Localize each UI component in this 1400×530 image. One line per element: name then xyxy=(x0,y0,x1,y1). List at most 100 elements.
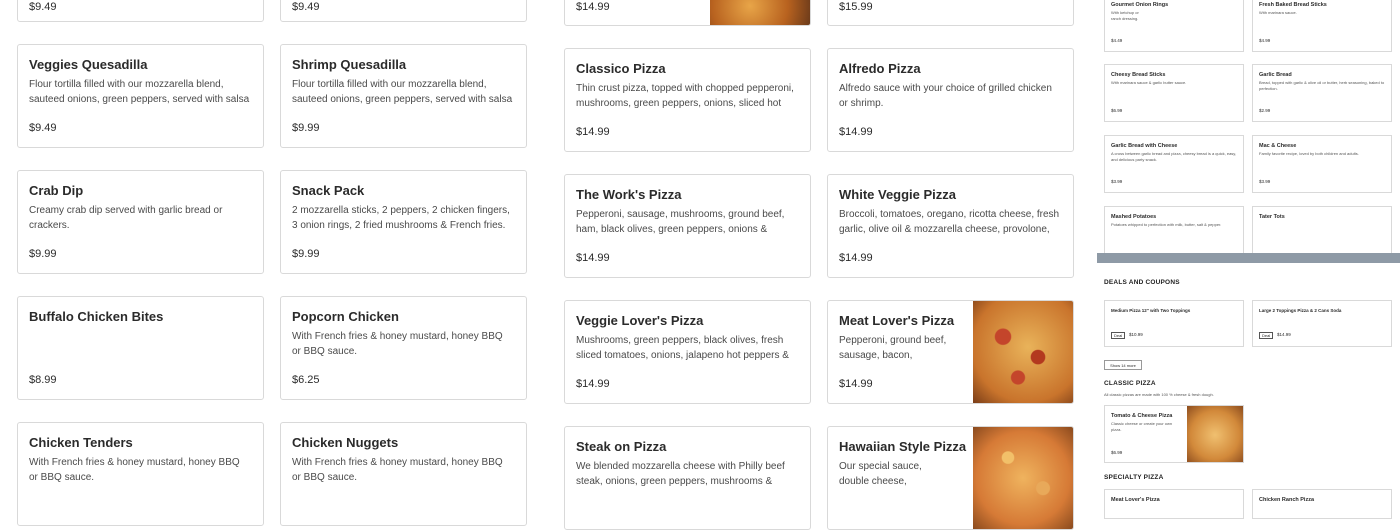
side-item-card[interactable]: Garlic Bread Bread, topped with garlic &… xyxy=(1252,64,1392,122)
side-item-price: $6.99 xyxy=(1111,108,1123,113)
side-item-price: $4.99 xyxy=(1259,38,1271,43)
item-price: $9.99 xyxy=(292,122,320,134)
side-item-card[interactable]: Chicken Ranch Pizza xyxy=(1252,489,1392,519)
side-item-card[interactable]: Meat Lover's Pizza xyxy=(1104,489,1244,519)
item-name: White Veggie Pizza xyxy=(839,187,957,202)
menu-card[interactable]: Chicken Tenders With French fries & hone… xyxy=(17,422,264,526)
menu-card[interactable]: Steak on Pizza We blended mozzarella che… xyxy=(564,426,811,530)
menu-card[interactable]: Popcorn Chicken With French fries & hone… xyxy=(280,296,527,400)
item-description: Broccoli, tomatoes, oregano, ricotta che… xyxy=(839,209,1060,235)
menu-card[interactable]: Classico Pizza Thin crust pizza, topped … xyxy=(564,48,811,152)
side-item-card[interactable]: Fresh Baked Bread Sticks With marinara s… xyxy=(1252,0,1392,52)
side-item-name: Gourmet Onion Rings xyxy=(1111,2,1169,8)
specialty-pizza-heading: SPECIALTY PIZZA xyxy=(1104,474,1164,481)
side-item-name: Tomato & Cheese Pizza xyxy=(1111,413,1173,419)
item-price: $14.99 xyxy=(839,252,873,264)
side-item-desc: Bread, topped with garlic & olive oil or… xyxy=(1259,80,1385,91)
item-price: $15.99 xyxy=(839,1,873,13)
deal-price: $14.99 xyxy=(1277,332,1291,337)
item-price: $9.99 xyxy=(292,248,320,260)
classic-pizza-subtitle: All classic pizzas are made with 100 % c… xyxy=(1104,392,1214,397)
menu-card-partial[interactable]: $9.49 xyxy=(17,0,264,22)
side-item-name: Chicken Ranch Pizza xyxy=(1259,497,1315,503)
side-item-name: Fresh Baked Bread Sticks xyxy=(1259,2,1327,8)
menu-card-partial[interactable]: $9.49 xyxy=(280,0,527,22)
pizza-image xyxy=(710,0,810,25)
item-price: $9.99 xyxy=(29,248,57,260)
pizza-image xyxy=(973,301,1073,403)
side-item-card[interactable]: Mac & Cheese Family favorite recipe, lov… xyxy=(1252,135,1392,193)
deal-price: $10.99 xyxy=(1129,332,1143,337)
deal-badge: Deal xyxy=(1259,332,1274,339)
side-item-name: Tater Tots xyxy=(1259,214,1285,220)
deal-card[interactable]: Large 2 Toppings Pizza & 2 Cans Soda Dea… xyxy=(1252,300,1392,347)
side-item-card[interactable]: Gourmet Onion Rings With ketchup or ranc… xyxy=(1104,0,1244,52)
deal-badge: Deal xyxy=(1111,332,1126,339)
deals-heading: DEALS AND COUPONS xyxy=(1104,279,1180,286)
item-name: Veggie Lover's Pizza xyxy=(576,313,704,328)
menu-card[interactable]: Chicken Nuggets With French fries & hone… xyxy=(280,422,527,526)
item-name: Popcorn Chicken xyxy=(292,309,399,324)
item-name: Classico Pizza xyxy=(576,61,666,76)
side-item-card[interactable]: Cheesy Bread Sticks With marinara sauce … xyxy=(1104,64,1244,122)
item-name: Chicken Nuggets xyxy=(292,435,399,450)
side-item-name: Meat Lover's Pizza xyxy=(1111,497,1160,503)
side-item-card[interactable]: Tomato & Cheese Pizza Classic cheese or … xyxy=(1104,405,1244,463)
menu-card[interactable]: Veggie Lover's Pizza Mushrooms, green pe… xyxy=(564,300,811,404)
item-description: Our special sauce, double cheese, import… xyxy=(839,461,922,487)
menu-card[interactable]: The Work's Pizza Pepperoni, sausage, mus… xyxy=(564,174,811,278)
side-item-desc: With marinara sauce. xyxy=(1259,10,1297,15)
side-item-price: $2.99 xyxy=(1259,108,1271,113)
side-item-desc: Potatoes whipped to perfection with milk… xyxy=(1111,222,1222,227)
side-item-desc: Classic cheese or create your own pizza. xyxy=(1111,421,1173,432)
deal-card[interactable]: Medium Pizza 12" with Two Toppings Deal … xyxy=(1104,300,1244,347)
item-description: Pepperoni, ground beef, sausage, bacon, … xyxy=(839,335,947,361)
side-item-price: $4.49 xyxy=(1111,38,1123,43)
item-price: $14.99 xyxy=(839,126,873,138)
item-description: Mushrooms, green peppers, black olives, … xyxy=(576,335,789,361)
item-price: $14.99 xyxy=(839,378,873,390)
side-item-desc: Family favorite recipe, loved by both ch… xyxy=(1259,151,1359,156)
item-description: Thin crust pizza, topped with chopped pe… xyxy=(576,83,794,109)
item-price: $9.49 xyxy=(292,1,320,13)
item-price: $9.49 xyxy=(29,1,57,13)
menu-card[interactable]: Shrimp Quesadilla Flour tortilla filled … xyxy=(280,44,527,148)
classic-pizza-heading: CLASSIC PIZZA xyxy=(1104,380,1156,387)
side-item-card[interactable]: Tater Tots xyxy=(1252,206,1392,256)
item-name: Crab Dip xyxy=(29,183,84,198)
pizza-image xyxy=(973,427,1073,529)
menu-card-partial[interactable]: $15.99 xyxy=(827,0,1074,26)
side-item-name: Garlic Bread with Cheese xyxy=(1111,143,1178,149)
side-item-card[interactable]: Garlic Bread with Cheese A cross between… xyxy=(1104,135,1244,193)
menu-card[interactable]: Crab Dip Creamy crab dip served with gar… xyxy=(17,170,264,274)
side-item-desc: With marinara sauce & garlic butter sauc… xyxy=(1111,80,1187,85)
item-price: $8.99 xyxy=(29,374,57,386)
menu-card[interactable]: Veggies Quesadilla Flour tortilla filled… xyxy=(17,44,264,148)
menu-card-partial[interactable]: $14.99 xyxy=(564,0,811,26)
deal-name: Medium Pizza 12" with Two Toppings xyxy=(1111,308,1191,313)
item-description: Pepperoni, sausage, mushrooms, ground be… xyxy=(576,209,785,235)
item-description: Alfredo sauce with your choice of grille… xyxy=(839,83,1052,109)
item-price: $14.99 xyxy=(576,252,610,264)
side-item-desc: With ketchup or ranch dressing. xyxy=(1111,10,1139,21)
item-name: Snack Pack xyxy=(292,183,365,198)
menu-card[interactable]: White Veggie Pizza Broccoli, tomatoes, o… xyxy=(827,174,1074,278)
menu-card[interactable]: Buffalo Chicken Bites $8.99 xyxy=(17,296,264,400)
item-description: We blended mozzarella cheese with Philly… xyxy=(576,461,785,487)
deal-name: Large 2 Toppings Pizza & 2 Cans Soda xyxy=(1259,308,1342,313)
side-item-desc: A cross between garlic bread and pizza, … xyxy=(1111,151,1237,162)
section-divider xyxy=(1097,253,1400,263)
item-name: Hawaiian Style Pizza xyxy=(839,439,967,454)
item-description: 2 mozzarella sticks, 2 peppers, 2 chicke… xyxy=(292,205,510,231)
item-description: With French fries & honey mustard, honey… xyxy=(292,457,503,483)
side-item-price: $6.99 xyxy=(1111,450,1123,455)
menu-card[interactable]: Meat Lover's Pizza Pepperoni, ground bee… xyxy=(827,300,1074,404)
item-description: Flour tortilla filled with our mozzarell… xyxy=(292,79,513,105)
item-description: With French fries & honey mustard, honey… xyxy=(29,457,240,483)
side-item-name: Cheesy Bread Sticks xyxy=(1111,72,1166,78)
menu-card[interactable]: Alfredo Pizza Alfredo sauce with your ch… xyxy=(827,48,1074,152)
side-item-card[interactable]: Mashed Potatoes Potatoes whipped to perf… xyxy=(1104,206,1244,256)
menu-card[interactable]: Hawaiian Style Pizza Our special sauce, … xyxy=(827,426,1074,530)
show-more-button[interactable]: Show 14 more xyxy=(1104,360,1142,370)
menu-card[interactable]: Snack Pack 2 mozzarella sticks, 2 pepper… xyxy=(280,170,527,274)
